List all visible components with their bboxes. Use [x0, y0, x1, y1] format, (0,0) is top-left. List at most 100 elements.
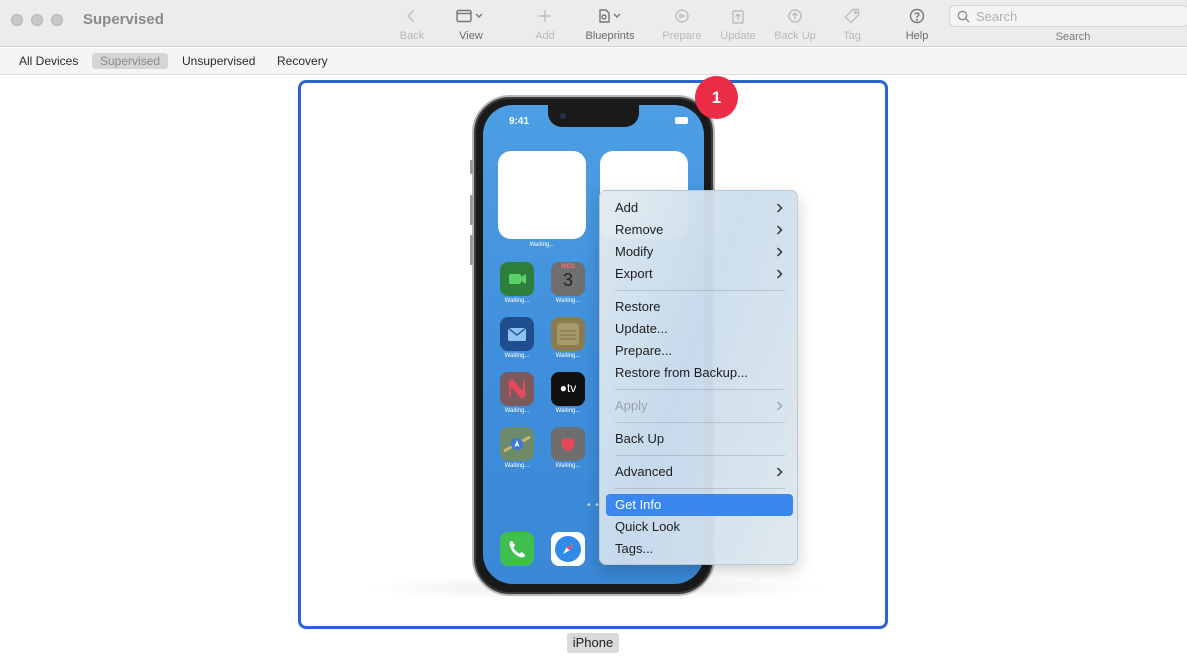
prepare-button[interactable]: Prepare: [652, 6, 712, 42]
menu-item-label: Quick Look: [615, 519, 681, 534]
camera: [560, 113, 566, 119]
menu-item-label: Restore from Backup...: [615, 365, 748, 380]
calendar-icon: WED 3: [551, 262, 585, 296]
update-button[interactable]: Update: [708, 6, 768, 42]
view-label: View: [459, 30, 483, 42]
chevron-right-icon: [776, 247, 783, 257]
search-label: Search: [1055, 31, 1091, 43]
menu-item-label: Tags...: [615, 541, 654, 556]
chevron-right-icon: [776, 401, 783, 411]
tag-button[interactable]: Tag: [822, 6, 882, 42]
scope-recovery[interactable]: Recovery: [277, 53, 328, 69]
app-waiting-label: Waiting...: [555, 298, 581, 304]
notes-icon: [551, 317, 585, 351]
help-label: Help: [905, 30, 929, 42]
app-waiting-label: Waiting...: [504, 408, 530, 414]
help-button[interactable]: Help: [887, 6, 947, 42]
add-button[interactable]: Add: [515, 6, 575, 42]
app-waiting-label: Waiting...: [504, 353, 530, 359]
menu-item-label: Get Info: [615, 497, 662, 512]
health-icon: [551, 427, 585, 461]
context-menu: Add Remove Modify Export Restore Update.…: [599, 190, 798, 565]
menu-separator: [615, 290, 785, 291]
menu-item-modify[interactable]: Modify: [606, 241, 793, 263]
mute-switch: [470, 160, 473, 174]
search-input[interactable]: [976, 8, 1176, 24]
scope-all-devices[interactable]: All Devices: [19, 53, 78, 69]
widget-left: [498, 151, 586, 239]
scope-unsupervised[interactable]: Unsupervised: [182, 53, 255, 69]
menu-item-apply: Apply: [606, 395, 793, 417]
blueprints-label: Blueprints: [585, 30, 635, 42]
facetime-icon: [500, 262, 534, 296]
menu-item-restore-from-backup[interactable]: Restore from Backup...: [606, 362, 793, 384]
chevron-right-icon: [776, 269, 783, 279]
menu-item-quick-look[interactable]: Quick Look: [606, 516, 793, 538]
minimize-window-button[interactable]: [31, 14, 43, 26]
menu-item-get-info[interactable]: Get Info: [606, 494, 793, 516]
menu-item-add[interactable]: Add: [606, 197, 793, 219]
battery-icon: [675, 117, 688, 124]
menu-item-tags[interactable]: Tags...: [606, 538, 793, 560]
device-name-label[interactable]: iPhone: [567, 633, 619, 653]
app-waiting-label: Waiting...: [555, 463, 581, 469]
news-icon: [500, 372, 534, 406]
apple-tv-icon: ●tv: [551, 372, 585, 406]
mail-icon: [500, 317, 534, 351]
status-time: 9:41: [509, 116, 530, 127]
menu-item-export[interactable]: Export: [606, 263, 793, 285]
search-icon: [957, 10, 970, 23]
menu-separator: [615, 389, 785, 390]
zoom-window-button[interactable]: [51, 14, 63, 26]
app-waiting-label: Waiting...: [555, 408, 581, 414]
chevron-right-icon: [776, 203, 783, 213]
window-view-icon: [456, 9, 483, 23]
menu-item-label: Modify: [615, 244, 654, 259]
menu-item-advanced[interactable]: Advanced: [606, 461, 793, 483]
backup-icon: [788, 9, 802, 23]
menu-item-label: Prepare...: [615, 343, 673, 358]
menu-separator: [615, 455, 785, 456]
menu-separator: [615, 488, 785, 489]
search-field[interactable]: [949, 5, 1187, 27]
menu-item-back-up[interactable]: Back Up: [606, 428, 793, 450]
app-waiting-label: Waiting...: [504, 298, 530, 304]
chevron-left-icon: [407, 9, 415, 23]
close-window-button[interactable]: [11, 14, 23, 26]
phone-app-icon: [500, 532, 534, 566]
scope-bar: All Devices Supervised Unsupervised Reco…: [0, 48, 1187, 75]
menu-item-label: Add: [615, 200, 639, 215]
back-button[interactable]: Back: [382, 6, 442, 42]
menu-separator: [615, 422, 785, 423]
menu-item-remove[interactable]: Remove: [606, 219, 793, 241]
menu-item-label: Back Up: [615, 431, 665, 446]
toolbar: Supervised Back View Add Blueprints Prep…: [0, 0, 1187, 47]
widget-waiting-label: Waiting...: [529, 242, 555, 248]
page-dots: • •: [587, 500, 600, 511]
volume-up-button: [470, 195, 473, 225]
menu-item-label: Update...: [615, 321, 668, 336]
menu-item-prepare[interactable]: Prepare...: [606, 340, 793, 362]
menu-item-restore[interactable]: Restore: [606, 296, 793, 318]
tag-label: Tag: [843, 30, 861, 42]
window-title: Supervised: [83, 11, 164, 28]
blueprint-icon: [599, 9, 621, 23]
scope-supervised[interactable]: Supervised: [92, 53, 169, 69]
app-waiting-label: Waiting...: [555, 353, 581, 359]
add-label: Add: [535, 30, 555, 42]
update-label: Update: [720, 30, 756, 42]
prepare-label: Prepare: [662, 30, 702, 42]
view-button[interactable]: View: [441, 6, 501, 42]
menu-item-update[interactable]: Update...: [606, 318, 793, 340]
chevron-right-icon: [776, 467, 783, 477]
volume-down-button: [470, 235, 473, 265]
menu-item-label: Export: [615, 266, 653, 281]
prepare-icon: [675, 9, 689, 23]
app-waiting-label: Waiting...: [504, 463, 530, 469]
chevron-right-icon: [776, 225, 783, 235]
back-up-button[interactable]: Back Up: [765, 6, 825, 42]
back-up-label: Back Up: [774, 30, 816, 42]
plus-icon: [539, 10, 551, 22]
help-icon: [909, 8, 925, 24]
blueprints-button[interactable]: Blueprints: [580, 6, 640, 42]
